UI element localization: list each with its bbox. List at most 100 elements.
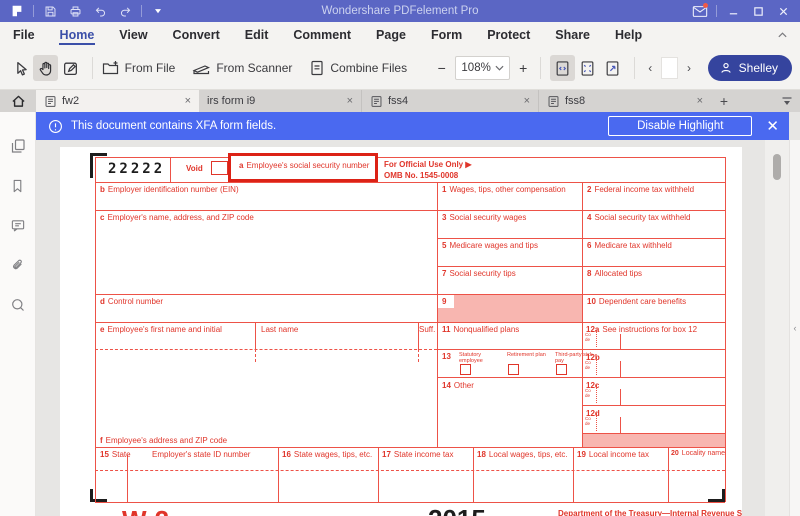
form-grid-line (573, 447, 574, 502)
home-tab-button[interactable] (0, 90, 36, 112)
box9-shaded-field[interactable] (438, 295, 582, 322)
menu-protect[interactable]: Protect (486, 25, 531, 44)
form-document-icon (548, 95, 559, 107)
inbox-mail-icon[interactable] (691, 2, 709, 20)
statutory-employee-label: Statutory employee (459, 352, 483, 365)
xfa-notification-bar: This document contains XFA form fields. … (36, 112, 789, 140)
print-icon[interactable] (66, 2, 84, 20)
zoom-in-button[interactable]: + (516, 56, 531, 80)
close-button[interactable] (774, 2, 792, 20)
page-number-input[interactable] (660, 57, 679, 79)
form-grid-line (620, 334, 621, 349)
form-grid-line (95, 502, 725, 503)
fit-page-button[interactable] (575, 55, 600, 81)
menu-bar: File Home View Convert Edit Comment Page… (0, 22, 800, 47)
third-party-sick-pay-label: Third-party sick pay (555, 352, 593, 365)
quick-access-dropdown-icon[interactable] (149, 2, 167, 20)
previous-page-button[interactable]: ‹ (644, 61, 657, 75)
third-party-sick-pay-checkbox[interactable] (556, 364, 567, 375)
tab-fss4[interactable]: fss4 × (362, 90, 539, 112)
form-grid-line (278, 447, 279, 502)
right-panel-collapse-strip[interactable]: ‹ (789, 140, 800, 516)
box-18-label: 18 Local wages, tips, etc. (477, 450, 568, 459)
left-panel-sidebar (0, 112, 36, 516)
zoom-level-select[interactable]: 108% (455, 56, 510, 80)
suffix-label: Suff. (419, 325, 436, 334)
info-icon (49, 119, 62, 133)
close-tab-icon[interactable]: × (697, 95, 703, 107)
form-grid-line (95, 157, 96, 502)
menu-home[interactable]: Home (58, 25, 96, 45)
collapse-ribbon-icon[interactable] (777, 26, 788, 44)
omb-label: OMB No. 1545-0008 (384, 171, 459, 180)
thumbnails-panel-icon[interactable] (10, 138, 26, 159)
disable-highlight-button[interactable]: Disable Highlight (608, 116, 753, 136)
form-grid-line (95, 210, 725, 211)
scanner-icon (192, 65, 211, 75)
menu-share[interactable]: Share (554, 25, 591, 44)
menu-comment[interactable]: Comment (292, 25, 352, 44)
box-5-label: 5 Medicare wages and tips (442, 241, 538, 250)
attachments-panel-icon[interactable] (10, 257, 25, 278)
menu-file[interactable]: File (12, 25, 36, 44)
edit-tool-button[interactable] (58, 55, 83, 81)
form-grid-line (437, 238, 725, 239)
box-7-label: 7 Social security tips (442, 269, 516, 278)
select-tool-button[interactable] (8, 55, 33, 81)
last-name-label: Last name (261, 325, 299, 334)
box-b-label: b Employer identification number (EIN) (100, 185, 239, 194)
redo-icon[interactable] (116, 2, 134, 20)
annotations-panel-icon[interactable] (10, 218, 26, 238)
close-tab-icon[interactable]: × (524, 95, 530, 107)
hand-tool-button[interactable] (32, 55, 58, 81)
box-c-label: c Employer's name, address, and ZIP code (100, 213, 254, 222)
menu-help[interactable]: Help (614, 25, 643, 44)
minimize-button[interactable] (724, 2, 742, 20)
toolbar-divider (633, 57, 635, 79)
vertical-scrollbar[interactable] (765, 140, 789, 516)
menu-edit[interactable]: Edit (244, 25, 270, 44)
box-16-label: 16 State wages, tips, etc. (282, 450, 373, 459)
void-checkbox[interactable] (211, 161, 228, 175)
next-page-button[interactable]: › (682, 61, 695, 75)
maximize-button[interactable] (749, 2, 767, 20)
menu-form[interactable]: Form (430, 25, 463, 44)
tab-fw2[interactable]: fw2 × (36, 90, 199, 112)
fit-visible-button[interactable] (600, 55, 625, 81)
collapse-right-panel-icon[interactable]: ‹ (794, 323, 797, 333)
zoom-out-button[interactable]: − (434, 56, 449, 80)
undo-icon[interactable] (91, 2, 109, 20)
notification-close-icon[interactable]: ✕ (766, 119, 779, 134)
menu-convert[interactable]: Convert (172, 25, 221, 44)
new-tab-button[interactable]: + (711, 90, 737, 112)
app-logo-icon (8, 2, 26, 20)
menu-page[interactable]: Page (375, 25, 407, 44)
close-tab-icon[interactable]: × (185, 95, 191, 107)
box-12d-code-label: Code (585, 416, 591, 426)
search-panel-icon[interactable] (10, 297, 26, 318)
form-name-w2: W-2 (122, 505, 169, 516)
fit-width-button[interactable] (549, 55, 575, 81)
tab-fss8[interactable]: fss8 × (539, 90, 711, 112)
account-button[interactable]: Shelley (707, 55, 792, 81)
menu-view[interactable]: View (118, 25, 148, 44)
form-grid-line (620, 361, 621, 377)
combine-files-button[interactable]: Combine Files (309, 60, 407, 76)
retirement-plan-checkbox[interactable] (508, 364, 519, 375)
box-8-label: 8 Allocated tips (587, 269, 643, 278)
document-tab-bar: fw2 × irs form i9 × fss4 × fss8 × + (0, 90, 800, 112)
form-document-icon (45, 95, 56, 107)
from-scanner-button[interactable]: From Scanner (192, 60, 292, 76)
bookmarks-panel-icon[interactable] (10, 178, 25, 199)
from-file-button[interactable]: From File (102, 60, 175, 76)
close-tab-icon[interactable]: × (347, 95, 353, 107)
tab-irs-form-i9[interactable]: irs form i9 × (199, 90, 362, 112)
form-grid-line (95, 322, 725, 323)
save-icon[interactable] (41, 2, 59, 20)
ssn-highlighted-field[interactable]: a Employee's social security number (228, 153, 378, 182)
state-id-label: Employer's state ID number (152, 450, 251, 459)
tab-list-icon[interactable] (774, 90, 800, 112)
scrollbar-thumb[interactable] (773, 154, 781, 180)
statutory-employee-checkbox[interactable] (460, 364, 471, 375)
box-9-label: 9 (442, 297, 447, 306)
